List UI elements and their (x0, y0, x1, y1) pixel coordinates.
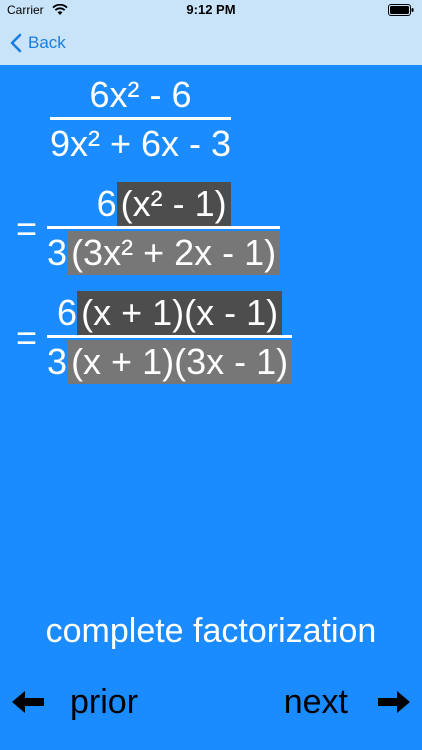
clock: 9:12 PM (186, 2, 236, 17)
step1-fraction: 6 (x² - 1) 3 (3x² + 2x - 1) (47, 182, 281, 275)
step2-numerator: 6 (x + 1)(x - 1) (47, 291, 292, 335)
step2-denominator-factor: (x + 1)(3x - 1) (67, 340, 293, 384)
next-button[interactable]: next (284, 680, 410, 724)
back-label: Back (28, 33, 66, 52)
step-caption: complete factorization (45, 612, 377, 650)
fraction-bar (47, 226, 281, 229)
chevron-left-icon (10, 33, 22, 53)
step1-numerator: 6 (x² - 1) (47, 182, 280, 226)
step1-denominator-factor: (3x² + 2x - 1) (67, 231, 281, 275)
step2-fraction: 6 (x + 1)(x - 1) 3 (x + 1)(3x - 1) (47, 291, 293, 384)
equals-sign: = (16, 207, 38, 249)
step1-expression: = 6 (x² - 1) 3 (3x² + 2x - 1) (16, 182, 281, 275)
arrow-left-icon (12, 691, 44, 713)
original-fraction: 6x² - 6 9x² + 6x - 3 (50, 73, 232, 166)
arrow-right-icon (378, 691, 410, 713)
step2-numerator-factor: (x + 1)(x - 1) (77, 291, 283, 335)
step1-denominator: 3 (3x² + 2x - 1) (47, 231, 281, 275)
step1-denominator-coeff: 3 (47, 232, 68, 273)
status-bar: Carrier 9:12 PM (0, 0, 422, 20)
battery-icon (388, 4, 414, 19)
step2-numerator-coeff: 6 (57, 292, 78, 333)
step2-expression: = 6 (x + 1)(x - 1) 3 (x + 1)(3x - 1) (16, 291, 293, 384)
step1-numerator-coeff: 6 (96, 183, 117, 224)
original-expression: 6x² - 6 9x² + 6x - 3 (50, 73, 232, 166)
back-button[interactable]: Back (10, 30, 66, 56)
step1-numerator-factor: (x² - 1) (116, 182, 231, 226)
navigation-bar: Carrier 9:12 PM Back (0, 0, 422, 65)
original-numerator: 6x² - 6 (89, 74, 192, 115)
next-label: next (283, 682, 348, 721)
prior-button[interactable]: prior (12, 680, 138, 724)
step2-denominator-coeff: 3 (47, 341, 68, 382)
equals-sign: = (16, 316, 38, 358)
fraction-bar (47, 335, 293, 338)
prior-label: prior (70, 682, 139, 721)
step2-denominator: 3 (x + 1)(3x - 1) (47, 340, 293, 384)
fraction-bar (50, 117, 232, 120)
screen: Carrier 9:12 PM Back 6x² - 6 9x² + 6x - … (0, 0, 422, 750)
original-denominator: 9x² + 6x - 3 (50, 123, 232, 164)
